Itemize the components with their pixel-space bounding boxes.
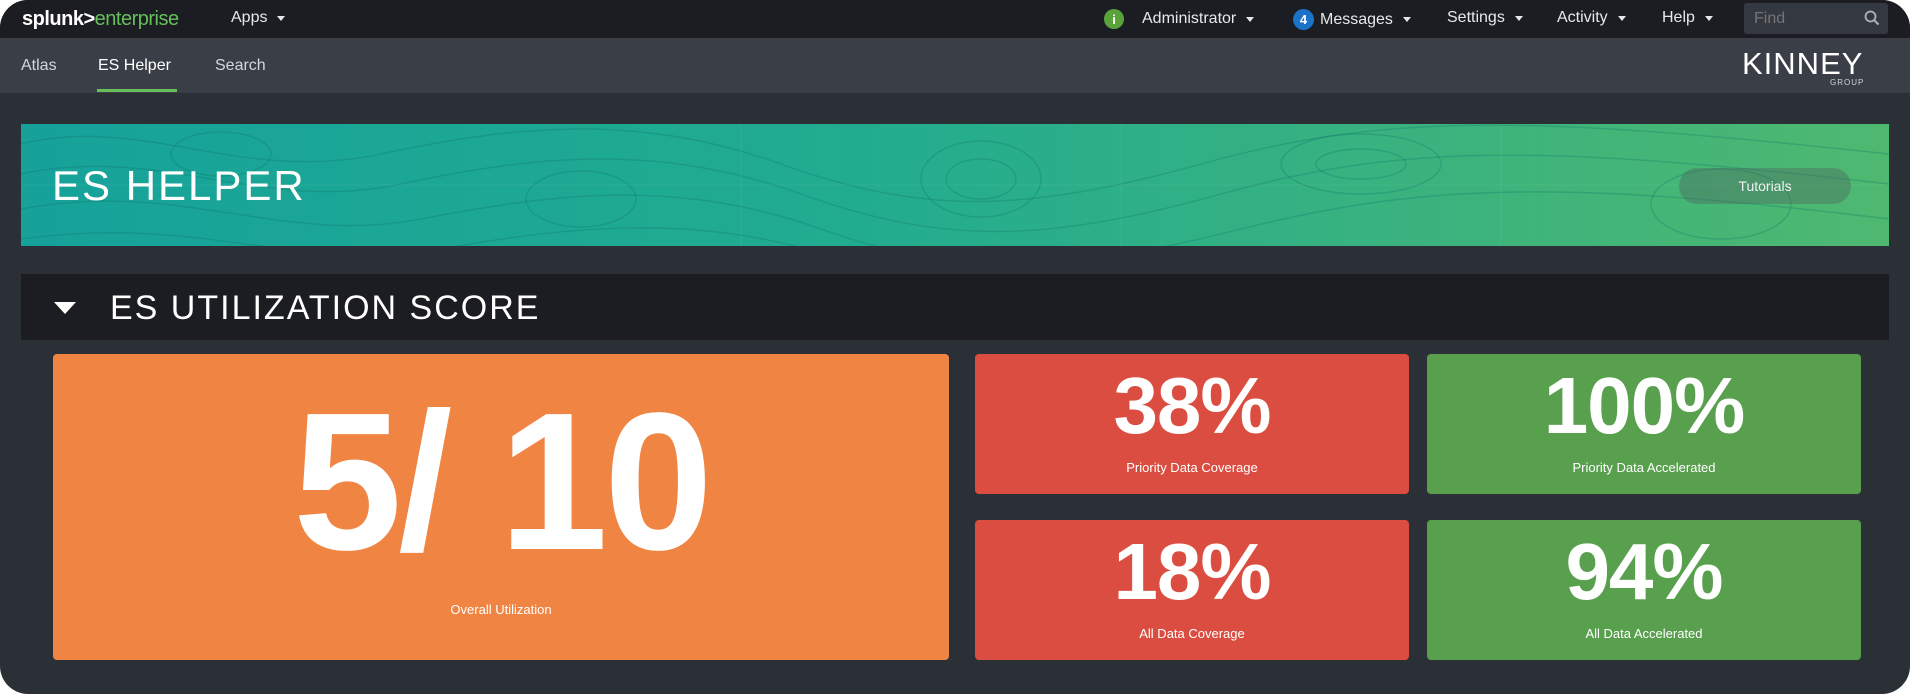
app-bar: Atlas ES Helper Search KINNEY GROUP xyxy=(0,38,1910,93)
nav-search[interactable]: Search xyxy=(215,57,266,75)
app-window: splunk>enterprise Apps i Administrator 4… xyxy=(0,0,1910,694)
messages-menu[interactable]: 4 Messages xyxy=(1293,9,1411,30)
splunk-logo[interactable]: splunk>enterprise xyxy=(22,8,179,31)
all-data-coverage-panel: 18% All Data Coverage xyxy=(975,520,1409,660)
priority-data-coverage-panel: 38% Priority Data Coverage xyxy=(975,354,1409,494)
priority-data-accelerated-value: 100% xyxy=(1543,361,1746,450)
nav-es-helper[interactable]: ES Helper xyxy=(98,57,171,75)
activity-menu[interactable]: Activity xyxy=(1557,9,1626,27)
apps-menu[interactable]: Apps xyxy=(231,9,286,27)
section-title: ES UTILIZATION SCORE xyxy=(110,289,541,327)
nav-atlas[interactable]: Atlas xyxy=(21,57,57,75)
collapse-caret-icon[interactable] xyxy=(54,302,76,314)
section-header[interactable]: ES UTILIZATION SCORE xyxy=(21,274,1889,340)
es-helper-banner: ES HELPER Tutorials xyxy=(21,124,1889,246)
priority-data-accelerated-panel: 100% Priority Data Accelerated xyxy=(1427,354,1861,494)
all-data-accelerated-value: 94% xyxy=(1565,527,1723,616)
priority-data-coverage-value: 38% xyxy=(1113,361,1271,450)
messages-label: Messages xyxy=(1320,10,1393,28)
help-menu[interactable]: Help xyxy=(1662,9,1713,27)
all-data-coverage-value: 18% xyxy=(1113,527,1271,616)
settings-label: Settings xyxy=(1447,9,1505,26)
administrator-menu[interactable]: i Administrator xyxy=(1104,9,1255,29)
all-data-accelerated-caption: All Data Accelerated xyxy=(1585,626,1703,641)
help-label: Help xyxy=(1662,9,1695,26)
messages-count-badge: 4 xyxy=(1293,9,1314,30)
kinney-logo-sub: GROUP xyxy=(1830,78,1865,87)
info-icon: i xyxy=(1104,9,1124,29)
overall-utilization-caption: Overall Utilization xyxy=(450,602,552,617)
chevron-down-icon xyxy=(1402,17,1411,22)
chevron-down-icon xyxy=(277,15,286,21)
active-tab-indicator xyxy=(97,89,177,92)
chevron-down-icon xyxy=(1514,15,1523,21)
page-title: ES HELPER xyxy=(52,162,306,209)
search-icon[interactable] xyxy=(1864,10,1880,26)
all-data-accelerated-panel: 94% All Data Accelerated xyxy=(1427,520,1861,660)
tutorials-button[interactable]: Tutorials xyxy=(1679,168,1851,204)
activity-label: Activity xyxy=(1557,9,1608,26)
brand-main: splunk> xyxy=(22,8,95,30)
top-bar: splunk>enterprise Apps i Administrator 4… xyxy=(0,0,1910,38)
administrator-label: Administrator xyxy=(1142,10,1237,27)
chevron-down-icon xyxy=(1617,15,1626,21)
kinney-logo: KINNEY xyxy=(1742,46,1864,81)
priority-data-accelerated-caption: Priority Data Accelerated xyxy=(1572,460,1716,475)
overall-utilization-value: 5/ 10 xyxy=(293,372,713,591)
settings-menu[interactable]: Settings xyxy=(1447,9,1523,27)
overall-utilization-panel: 5/ 10 Overall Utilization xyxy=(53,354,949,660)
chevron-down-icon xyxy=(1246,16,1255,22)
chevron-down-icon xyxy=(1704,15,1713,21)
priority-data-coverage-caption: Priority Data Coverage xyxy=(1126,460,1258,475)
brand-rest: enterprise xyxy=(94,8,179,30)
apps-label: Apps xyxy=(231,9,268,26)
all-data-coverage-caption: All Data Coverage xyxy=(1139,626,1245,641)
